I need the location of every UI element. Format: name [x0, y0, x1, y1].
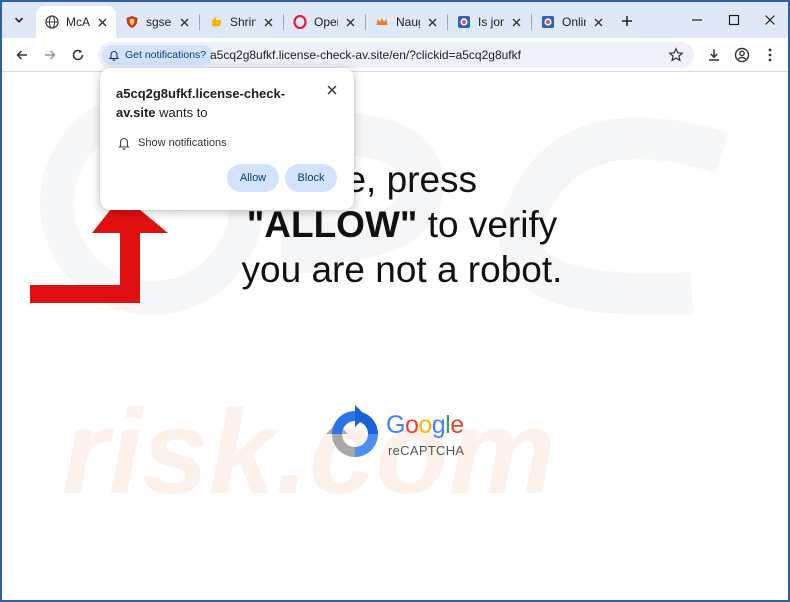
permission-row: Show notifications — [118, 136, 227, 150]
bell-icon — [108, 49, 120, 61]
back-button[interactable] — [11, 44, 33, 66]
bookmark-star-icon[interactable] — [668, 47, 684, 63]
google-wordmark: Google — [386, 411, 464, 440]
recaptcha-logo: Google reCAPTCHA — [326, 405, 476, 465]
kebab-menu-icon — [768, 48, 772, 62]
reload-icon — [72, 49, 84, 61]
scam-favicon-icon — [541, 15, 555, 29]
close-window-button[interactable] — [758, 10, 782, 30]
browser-window: McAfe sgseo Shrink Opera — [0, 0, 790, 602]
forward-button[interactable] — [39, 44, 61, 66]
tab-sgseo[interactable]: sgseo — [116, 6, 198, 38]
tab-opera[interactable]: Opera — [284, 6, 364, 38]
tab-title: Online — [562, 15, 586, 29]
shield-favicon-icon — [125, 15, 139, 29]
google-letter: o — [418, 411, 432, 439]
crown-favicon-icon — [375, 15, 389, 29]
headline-line-2-rest: to verify — [417, 204, 558, 245]
tab-title: sgseo — [146, 15, 172, 29]
maximize-button[interactable] — [722, 10, 746, 30]
tab-close-icon[interactable] — [508, 14, 524, 30]
tab-title: Opera — [314, 15, 338, 29]
recaptcha-arrows-icon — [326, 405, 378, 457]
notification-permission-chip[interactable]: Get notifications? — [102, 45, 214, 65]
popup-title: a5cq2g8ufkf.license-check-av.site wants … — [116, 84, 306, 122]
chevron-down-icon — [14, 17, 24, 23]
tab-title: Naugh — [396, 15, 420, 29]
tab-close-icon[interactable] — [176, 14, 192, 30]
recaptcha-label: reCAPTCHA — [388, 443, 465, 458]
new-tab-button[interactable] — [616, 10, 638, 32]
tab-title: Shrink — [230, 15, 256, 29]
profile-button[interactable] — [732, 45, 752, 65]
tab-close-icon[interactable] — [342, 14, 358, 30]
bell-icon — [118, 136, 130, 150]
close-icon — [765, 15, 775, 25]
google-letter: g — [431, 411, 446, 439]
popup-wants-to: wants to — [155, 105, 208, 120]
arrow-right-icon — [45, 50, 56, 60]
block-button[interactable]: Block — [285, 164, 337, 192]
notification-chip-label: Get notifications? — [125, 49, 207, 61]
tab-mcafee[interactable]: McAfe — [36, 6, 116, 38]
address-bar[interactable]: Get notifications? a5cq2g8ufkf.license-c… — [98, 42, 694, 68]
hand-favicon-icon — [209, 15, 223, 29]
tab-online[interactable]: Online — [532, 6, 612, 38]
popup-close-icon[interactable] — [326, 84, 340, 98]
tab-shrink[interactable]: Shrink — [200, 6, 282, 38]
tab-is-jord[interactable]: Is jord — [448, 6, 530, 38]
reload-button[interactable] — [67, 44, 89, 66]
url-text: a5cq2g8ufkf.license-check-av.site/en/?cl… — [210, 48, 521, 62]
tab-title: Is jord — [478, 15, 504, 29]
allow-emphasis: "ALLOW" — [246, 204, 418, 245]
google-letter: G — [386, 411, 405, 439]
svg-text:risk.com: risk.com — [62, 385, 556, 519]
arrow-left-icon — [16, 50, 27, 60]
browser-toolbar: Get notifications? a5cq2g8ufkf.license-c… — [2, 38, 788, 72]
permission-label: Show notifications — [138, 137, 227, 149]
allow-button[interactable]: Allow — [227, 164, 279, 192]
tab-strip: McAfe sgseo Shrink Opera — [2, 2, 788, 38]
headline-line-3: you are not a robot. — [241, 249, 563, 290]
google-letter: o — [404, 411, 419, 439]
red-arrow-pointer — [30, 195, 168, 303]
tab-close-icon[interactable] — [590, 14, 606, 30]
maximize-icon — [728, 14, 740, 26]
plus-icon — [622, 16, 632, 26]
minimize-button[interactable] — [685, 10, 709, 30]
tab-close-icon[interactable] — [94, 14, 110, 30]
google-letter: e — [450, 411, 464, 439]
globe-icon — [45, 15, 59, 29]
tab-naughty[interactable]: Naugh — [366, 6, 446, 38]
scam-favicon-icon — [457, 15, 471, 29]
tab-close-icon[interactable] — [424, 14, 440, 30]
opera-favicon-icon — [293, 15, 307, 29]
minimize-icon — [692, 19, 702, 21]
download-icon — [709, 49, 719, 61]
menu-button[interactable] — [760, 45, 780, 65]
tab-close-icon[interactable] — [260, 14, 276, 30]
tab-title: McAfe — [66, 15, 90, 29]
downloads-button[interactable] — [704, 45, 724, 65]
profile-icon — [734, 47, 750, 63]
tab-search-button[interactable] — [8, 9, 30, 31]
notification-permission-popup: a5cq2g8ufkf.license-check-av.site wants … — [100, 68, 354, 210]
